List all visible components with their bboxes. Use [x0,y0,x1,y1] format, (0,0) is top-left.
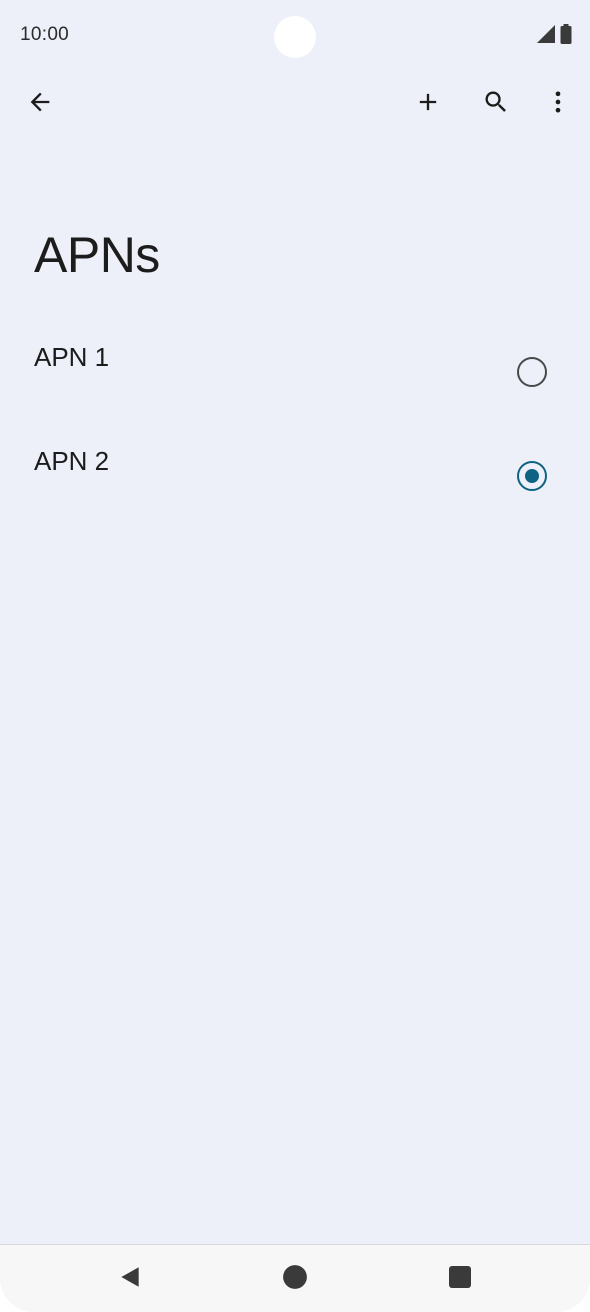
search-button[interactable] [470,78,522,130]
page-title: APNs [34,227,160,283]
screen: 10:00 APNs APN 1 APN 2 [0,0,590,1312]
nav-back-icon [117,1264,143,1295]
signal-icon [537,24,555,48]
add-icon [414,88,442,121]
apn-radio-button-selected[interactable] [517,461,547,491]
more-options-button[interactable] [532,78,584,130]
apn-row-1[interactable]: APN 1 [0,320,590,424]
apn-label: APN 2 [34,446,110,476]
status-bar: 10:00 [0,0,590,72]
apn-radio-button[interactable] [517,357,547,387]
apn-row-2[interactable]: APN 2 [0,424,590,528]
apn-list: APN 1 APN 2 [0,320,590,528]
more-vert-icon [544,88,572,121]
radio-dot [525,469,539,483]
camera-cutout [274,16,316,58]
nav-home-icon [282,1264,308,1295]
nav-recents-icon [448,1265,472,1294]
battery-icon [560,23,572,49]
nav-home-button[interactable] [271,1257,319,1301]
arrow-back-icon [26,88,54,121]
back-button[interactable] [14,78,66,130]
add-apn-button[interactable] [402,78,454,130]
navigation-bar [0,1244,590,1312]
apn-label: APN 1 [34,342,110,372]
nav-recents-button[interactable] [436,1257,484,1301]
status-icons [537,23,572,49]
app-bar [0,72,590,136]
search-icon [482,88,510,121]
status-time: 10:00 [20,24,70,45]
nav-back-button[interactable] [106,1257,154,1301]
